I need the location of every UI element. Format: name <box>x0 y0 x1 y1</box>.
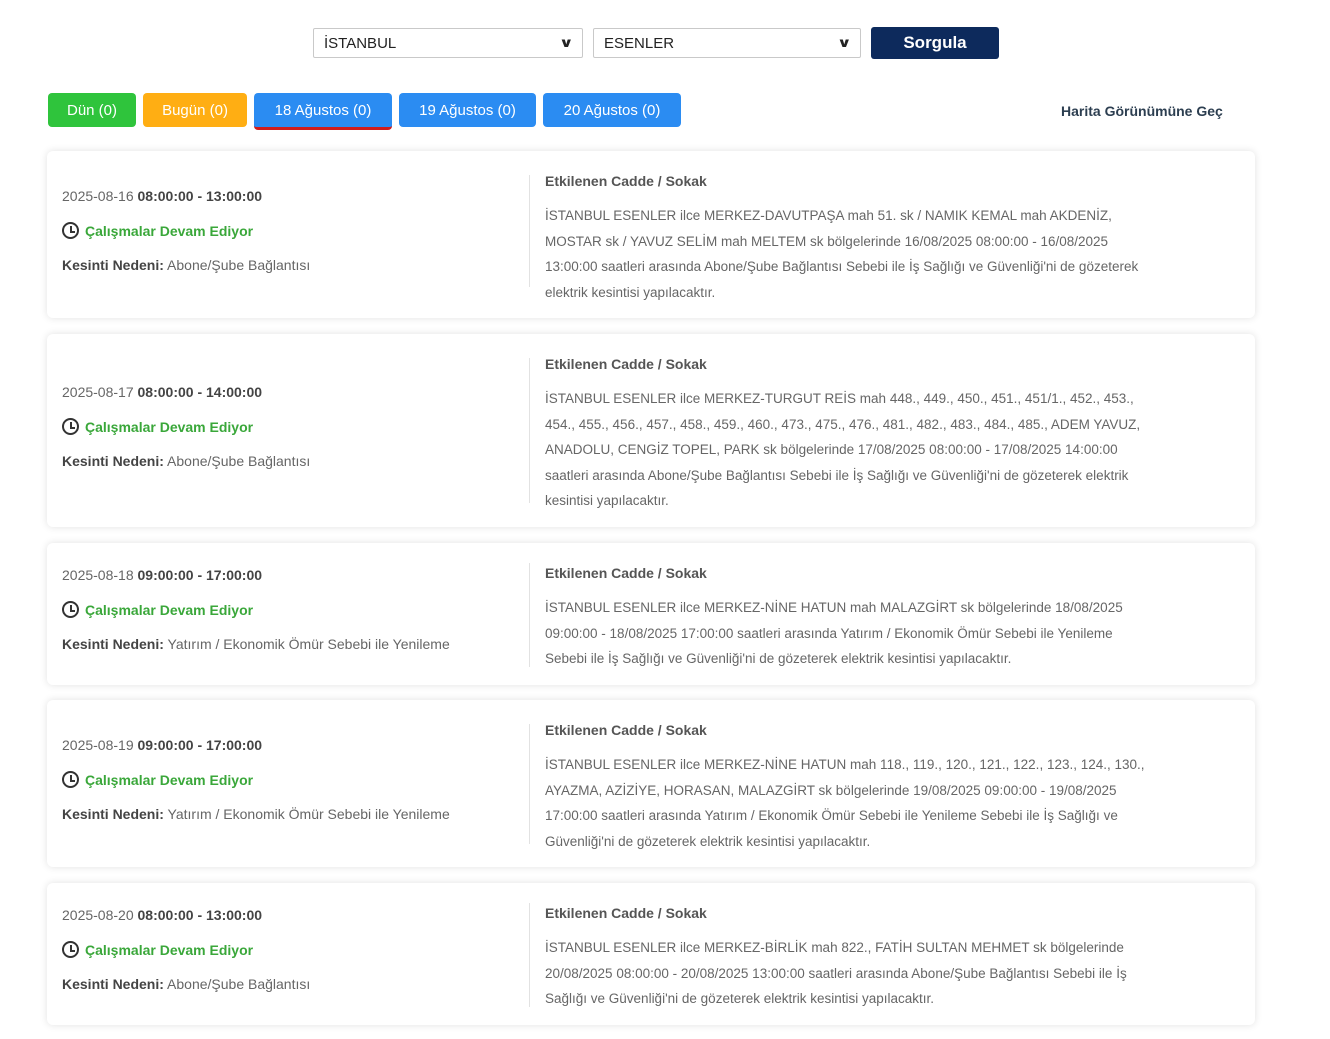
day-tabs: Dün (0) Bugün (0) 18 Ağustos (0) 19 Ağus… <box>48 93 681 130</box>
affected-streets: Etkilenen Cadde / Sokak İSTANBUL ESENLER… <box>545 722 1145 854</box>
affected-text: İSTANBUL ESENLER ilce MERKEZ-NİNE HATUN … <box>545 600 1123 666</box>
outage-datetime: 2025-08-16 08:00:00 - 13:00:00 <box>62 188 310 204</box>
reason-value: Abone/Şube Bağlantısı <box>167 976 311 992</box>
outage-summary: 2025-08-20 08:00:00 - 13:00:00 Çalışmala… <box>62 907 310 992</box>
clock-icon <box>62 601 79 618</box>
clock-icon <box>62 941 79 958</box>
outage-time: 08:00:00 - 13:00:00 <box>137 907 263 923</box>
reason-label: Kesinti Nedeni: <box>62 976 164 992</box>
outage-reason: Kesinti Nedeni: Abone/Şube Bağlantısı <box>62 453 310 469</box>
status-text: Çalışmalar Devam Ediyor <box>85 418 254 435</box>
query-button[interactable]: Sorgula <box>871 27 999 59</box>
outage-card: 2025-08-20 08:00:00 - 13:00:00 Çalışmala… <box>47 883 1255 1025</box>
clock-icon <box>62 771 79 788</box>
status-line: Çalışmalar Devam Ediyor <box>62 601 450 618</box>
status-line: Çalışmalar Devam Ediyor <box>62 941 310 958</box>
map-view-link[interactable]: Harita Görünümüne Geç <box>1061 103 1223 119</box>
status-text: Çalışmalar Devam Ediyor <box>85 222 254 239</box>
outage-reason: Kesinti Nedeni: Abone/Şube Bağlantısı <box>62 976 310 992</box>
outage-card: 2025-08-19 09:00:00 - 17:00:00 Çalışmala… <box>47 700 1255 867</box>
tab-aug-20[interactable]: 20 Ağustos (0) <box>543 93 681 127</box>
reason-label: Kesinti Nedeni: <box>62 806 164 822</box>
outage-card: 2025-08-17 08:00:00 - 14:00:00 Çalışmala… <box>47 334 1255 527</box>
reason-label: Kesinti Nedeni: <box>62 257 164 273</box>
status-line: Çalışmalar Devam Ediyor <box>62 222 310 239</box>
city-select[interactable]: İSTANBUL ∨ <box>313 28 583 58</box>
status-text: Çalışmalar Devam Ediyor <box>85 941 254 958</box>
affected-title: Etkilenen Cadde / Sokak <box>545 905 707 921</box>
chevron-down-icon: ∨ <box>559 35 575 50</box>
affected-text: İSTANBUL ESENLER ilce MERKEZ-BİRLİK mah … <box>545 940 1127 1006</box>
card-divider <box>529 358 530 503</box>
clock-icon <box>62 222 79 239</box>
outage-date: 2025-08-18 <box>62 567 134 583</box>
outage-summary: 2025-08-17 08:00:00 - 14:00:00 Çalışmala… <box>62 384 310 469</box>
reason-value: Yatırım / Ekonomik Ömür Sebebi ile Yenil… <box>167 636 450 652</box>
tab-aug-18[interactable]: 18 Ağustos (0) <box>254 93 392 130</box>
status-line: Çalışmalar Devam Ediyor <box>62 771 450 788</box>
status-text: Çalışmalar Devam Ediyor <box>85 771 254 788</box>
card-divider <box>529 175 530 287</box>
outage-date: 2025-08-20 <box>62 907 134 923</box>
outage-time: 09:00:00 - 17:00:00 <box>137 567 263 583</box>
outage-reason: Kesinti Nedeni: Abone/Şube Bağlantısı <box>62 257 310 273</box>
outage-summary: 2025-08-18 09:00:00 - 17:00:00 Çalışmala… <box>62 567 450 652</box>
outage-card: 2025-08-16 08:00:00 - 13:00:00 Çalışmala… <box>47 151 1255 318</box>
reason-label: Kesinti Nedeni: <box>62 636 164 652</box>
affected-text: İSTANBUL ESENLER ilce MERKEZ-DAVUTPAŞA m… <box>545 208 1139 300</box>
reason-label: Kesinti Nedeni: <box>62 453 164 469</box>
affected-title: Etkilenen Cadde / Sokak <box>545 565 707 581</box>
outage-date: 2025-08-19 <box>62 737 134 753</box>
affected-streets: Etkilenen Cadde / Sokak İSTANBUL ESENLER… <box>545 905 1145 1012</box>
tab-today[interactable]: Bugün (0) <box>143 93 247 127</box>
card-divider <box>529 724 530 844</box>
city-select-value: İSTANBUL <box>324 34 397 52</box>
status-text: Çalışmalar Devam Ediyor <box>85 601 254 618</box>
affected-streets: Etkilenen Cadde / Sokak İSTANBUL ESENLER… <box>545 173 1145 305</box>
outage-time: 09:00:00 - 17:00:00 <box>137 737 263 753</box>
card-divider <box>529 563 530 667</box>
affected-title: Etkilenen Cadde / Sokak <box>545 356 707 372</box>
outage-time: 08:00:00 - 14:00:00 <box>137 384 263 400</box>
affected-streets: Etkilenen Cadde / Sokak İSTANBUL ESENLER… <box>545 565 1145 672</box>
tab-aug-19[interactable]: 19 Ağustos (0) <box>399 93 536 127</box>
clock-icon <box>62 418 79 435</box>
district-select[interactable]: ESENLER ∨ <box>593 28 861 58</box>
district-select-value: ESENLER <box>604 34 675 52</box>
card-divider <box>529 903 530 1007</box>
outage-datetime: 2025-08-17 08:00:00 - 14:00:00 <box>62 384 310 400</box>
affected-title: Etkilenen Cadde / Sokak <box>545 173 707 189</box>
outage-reason: Kesinti Nedeni: Yatırım / Ekonomik Ömür … <box>62 636 450 652</box>
affected-title: Etkilenen Cadde / Sokak <box>545 722 707 738</box>
outage-card: 2025-08-18 09:00:00 - 17:00:00 Çalışmala… <box>47 543 1255 685</box>
outage-summary: 2025-08-16 08:00:00 - 13:00:00 Çalışmala… <box>62 188 310 273</box>
outage-reason: Kesinti Nedeni: Yatırım / Ekonomik Ömür … <box>62 806 450 822</box>
outage-summary: 2025-08-19 09:00:00 - 17:00:00 Çalışmala… <box>62 737 450 822</box>
status-line: Çalışmalar Devam Ediyor <box>62 418 310 435</box>
outage-date: 2025-08-16 <box>62 188 134 204</box>
outage-date: 2025-08-17 <box>62 384 134 400</box>
tab-yesterday[interactable]: Dün (0) <box>48 93 136 127</box>
reason-value: Abone/Şube Bağlantısı <box>167 257 311 273</box>
reason-value: Abone/Şube Bağlantısı <box>167 453 311 469</box>
filter-bar: İSTANBUL ∨ ESENLER ∨ Sorgula <box>313 27 999 59</box>
affected-streets: Etkilenen Cadde / Sokak İSTANBUL ESENLER… <box>545 356 1145 514</box>
outage-time: 08:00:00 - 13:00:00 <box>137 188 263 204</box>
outage-datetime: 2025-08-18 09:00:00 - 17:00:00 <box>62 567 450 583</box>
affected-text: İSTANBUL ESENLER ilce MERKEZ-NİNE HATUN … <box>545 757 1145 849</box>
chevron-down-icon: ∨ <box>837 35 853 50</box>
outage-datetime: 2025-08-19 09:00:00 - 17:00:00 <box>62 737 450 753</box>
reason-value: Yatırım / Ekonomik Ömür Sebebi ile Yenil… <box>167 806 450 822</box>
affected-text: İSTANBUL ESENLER ilce MERKEZ-TURGUT REİS… <box>545 391 1141 508</box>
outage-datetime: 2025-08-20 08:00:00 - 13:00:00 <box>62 907 310 923</box>
